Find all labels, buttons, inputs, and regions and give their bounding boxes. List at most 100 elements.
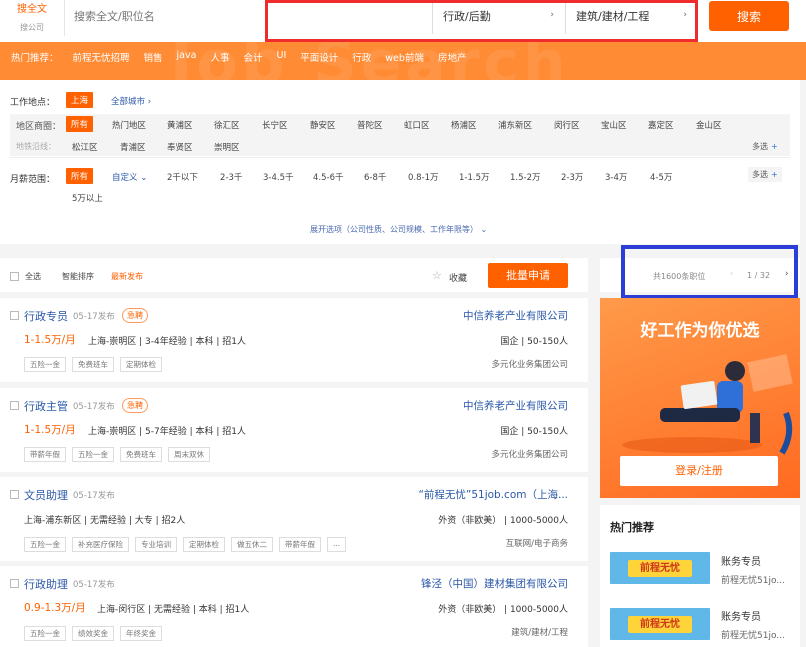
company-name[interactable]: 中信养老产业有限公司 [463, 308, 568, 323]
ad-job-title[interactable]: 账务专员 [721, 553, 761, 568]
job-card[interactable]: 行政专员 05-17发布 急聘 中信养老产业有限公司 1-1.5万/月 上海-崇… [0, 298, 588, 382]
job-tag: 年终奖金 [120, 626, 162, 641]
job-title[interactable]: 行政专员 [24, 308, 68, 324]
job-tag: 带薪年假 [24, 447, 66, 462]
area-option[interactable]: 松江区 [72, 141, 98, 153]
area-option[interactable]: 宝山区 [601, 119, 627, 131]
salary-option[interactable]: 2-3万 [561, 171, 583, 183]
salary-option[interactable]: 2千以下 [167, 171, 198, 183]
company-name[interactable]: “前程无忧”51job.com（上海... [418, 487, 568, 502]
ad-banner[interactable]: 前程无忧 [610, 552, 710, 584]
area-option[interactable]: 杨浦区 [451, 119, 477, 131]
job-title[interactable]: 行政主管 [24, 398, 68, 414]
hot-item[interactable]: 行政 [352, 50, 371, 64]
area-option[interactable]: 崇明区 [214, 141, 240, 153]
salary-option[interactable]: 0.8-1万 [408, 171, 439, 183]
job-card[interactable]: 行政助理 05-17发布 锋泾（中国）建材集团有限公司 0.9-1.3万/月 上… [0, 566, 588, 647]
salary-option[interactable]: 6-8千 [364, 171, 386, 183]
area-option[interactable]: 静安区 [310, 119, 336, 131]
search-type-switch[interactable]: 搜全文 搜公司 [0, 0, 65, 36]
salary-option[interactable]: 1-1.5万 [459, 171, 490, 183]
salary-all[interactable]: 所有 [66, 168, 94, 184]
search-type-company[interactable]: 搜公司 [0, 22, 64, 33]
batch-apply-button[interactable]: 批量申请 [488, 263, 568, 288]
all-cities-link[interactable]: 全部城市 › [111, 95, 151, 107]
company-name[interactable]: 锋泾（中国）建材集团有限公司 [421, 576, 568, 591]
location-selected[interactable]: 上海 [66, 92, 94, 108]
hot-item[interactable]: web前端 [385, 50, 424, 64]
sort-smart[interactable]: 智能排序 [62, 271, 94, 282]
select-all-label[interactable]: 全选 [25, 271, 41, 282]
hot-item[interactable]: 平面设计 [300, 50, 338, 64]
job-salary: 1-1.5万/月 [24, 334, 76, 346]
salary-option[interactable]: 4-5万 [650, 171, 672, 183]
area-option[interactable]: 徐汇区 [214, 119, 240, 131]
search-type-fulltext[interactable]: 搜全文 [0, 0, 64, 15]
job-requirements: 上海-崇明区 | 3-4年经验 | 本科 | 招1人 [88, 337, 246, 347]
area-option[interactable]: 金山区 [696, 119, 722, 131]
area-option[interactable]: 长宁区 [262, 119, 288, 131]
salary-multi-select[interactable]: 多选 + [748, 167, 782, 182]
job-checkbox[interactable] [10, 401, 19, 410]
salary-option[interactable]: 4.5-6千 [313, 171, 344, 183]
area-option[interactable]: 浦东新区 [498, 119, 532, 131]
search-button[interactable]: 搜索 [709, 1, 789, 31]
sort-newest[interactable]: 最新发布 [111, 271, 143, 282]
salary-option[interactable]: 3-4.5千 [263, 171, 294, 183]
login-register-button[interactable]: 登录/注册 [620, 456, 778, 486]
hot-recommend-panel: 热门推荐 前程无忧 账务专员 前程无忧51jo... 前程无忧 账务专员 前程无… [600, 505, 800, 647]
area-all[interactable]: 所有 [66, 116, 94, 132]
job-card[interactable]: 行政主管 05-17发布 急聘 中信养老产业有限公司 1-1.5万/月 上海-崇… [0, 388, 588, 472]
hot-keywords-bar: Job Search 热门推荐： 前程无忧招聘 销售 java 人事 会计 UI… [0, 42, 806, 80]
hot-item[interactable]: java [177, 50, 197, 64]
area-label: 地区商圈： [16, 122, 62, 132]
job-tags: 带薪年假 五险一金 免费班车 周末双休 [24, 447, 210, 462]
area-option[interactable]: 青浦区 [120, 141, 146, 153]
salary-option[interactable]: 1.5-2万 [510, 171, 541, 183]
job-requirements: 上海-闵行区 | 无需经验 | 本科 | 招1人 [97, 605, 250, 615]
metro-label[interactable]: 地铁沿线： [16, 141, 56, 152]
area-option[interactable]: 闵行区 [554, 119, 580, 131]
salary-option[interactable]: 3-4万 [605, 171, 627, 183]
hot-item[interactable]: 会计 [243, 50, 262, 64]
hot-item[interactable]: 人事 [210, 50, 229, 64]
company-industry: 多元化业务集团公司 [491, 450, 568, 460]
ad-banner[interactable]: 前程无忧 [610, 608, 710, 640]
select-all-checkbox[interactable] [10, 272, 19, 281]
job-title[interactable]: 行政助理 [24, 576, 68, 592]
expand-options-link[interactable]: 展开选项（公司性质、公司规模、工作年限等） ⌄ [310, 224, 487, 235]
favorite-button[interactable]: 收藏 [449, 271, 467, 284]
salary-option[interactable]: 2-3千 [220, 171, 242, 183]
job-requirements: 上海-浦东新区 | 无需经验 | 大专 | 招2人 [24, 516, 186, 526]
area-option[interactable]: 虹口区 [404, 119, 430, 131]
area-option[interactable]: 黄浦区 [167, 119, 193, 131]
area-option[interactable]: 嘉定区 [648, 119, 674, 131]
area-option[interactable]: 普陀区 [357, 119, 383, 131]
area-option[interactable]: 奉贤区 [167, 141, 193, 153]
hot-item[interactable]: 前程无忧招聘 [73, 50, 130, 64]
salary-custom[interactable]: 自定义 ⌄ [112, 171, 147, 183]
company-industry: 多元化业务集团公司 [491, 360, 568, 370]
hot-recommend-title: 热门推荐 [610, 521, 654, 534]
job-tag: 做五休二 [231, 537, 273, 552]
area-multi-select[interactable]: 多选 + [752, 141, 778, 152]
ad-job-title[interactable]: 账务专员 [721, 608, 761, 623]
hot-item[interactable]: 房地产 [438, 50, 467, 64]
chevron-down-icon: ⌄ [480, 225, 488, 234]
job-card[interactable]: 文员助理 05-17发布 “前程无忧”51job.com（上海... 上海-浦东… [0, 477, 588, 561]
job-salary: 1-1.5万/月 [24, 424, 76, 436]
job-tags: 五险一金 免费班车 定期体检 [24, 357, 162, 372]
job-title[interactable]: 文员助理 [24, 487, 68, 503]
hot-item[interactable]: 销售 [144, 50, 163, 64]
job-tag: 定期体检 [183, 537, 225, 552]
search-input[interactable] [74, 2, 244, 30]
company-name[interactable]: 中信养老产业有限公司 [463, 398, 568, 413]
star-icon[interactable]: ☆ [432, 269, 442, 282]
hot-item[interactable]: UI [276, 50, 286, 64]
salary-option[interactable]: 5万以上 [72, 192, 103, 204]
job-checkbox[interactable] [10, 311, 19, 320]
job-checkbox[interactable] [10, 579, 19, 588]
area-option[interactable]: 热门地区 [112, 119, 146, 131]
plus-icon: + [771, 142, 778, 151]
job-checkbox[interactable] [10, 490, 19, 499]
